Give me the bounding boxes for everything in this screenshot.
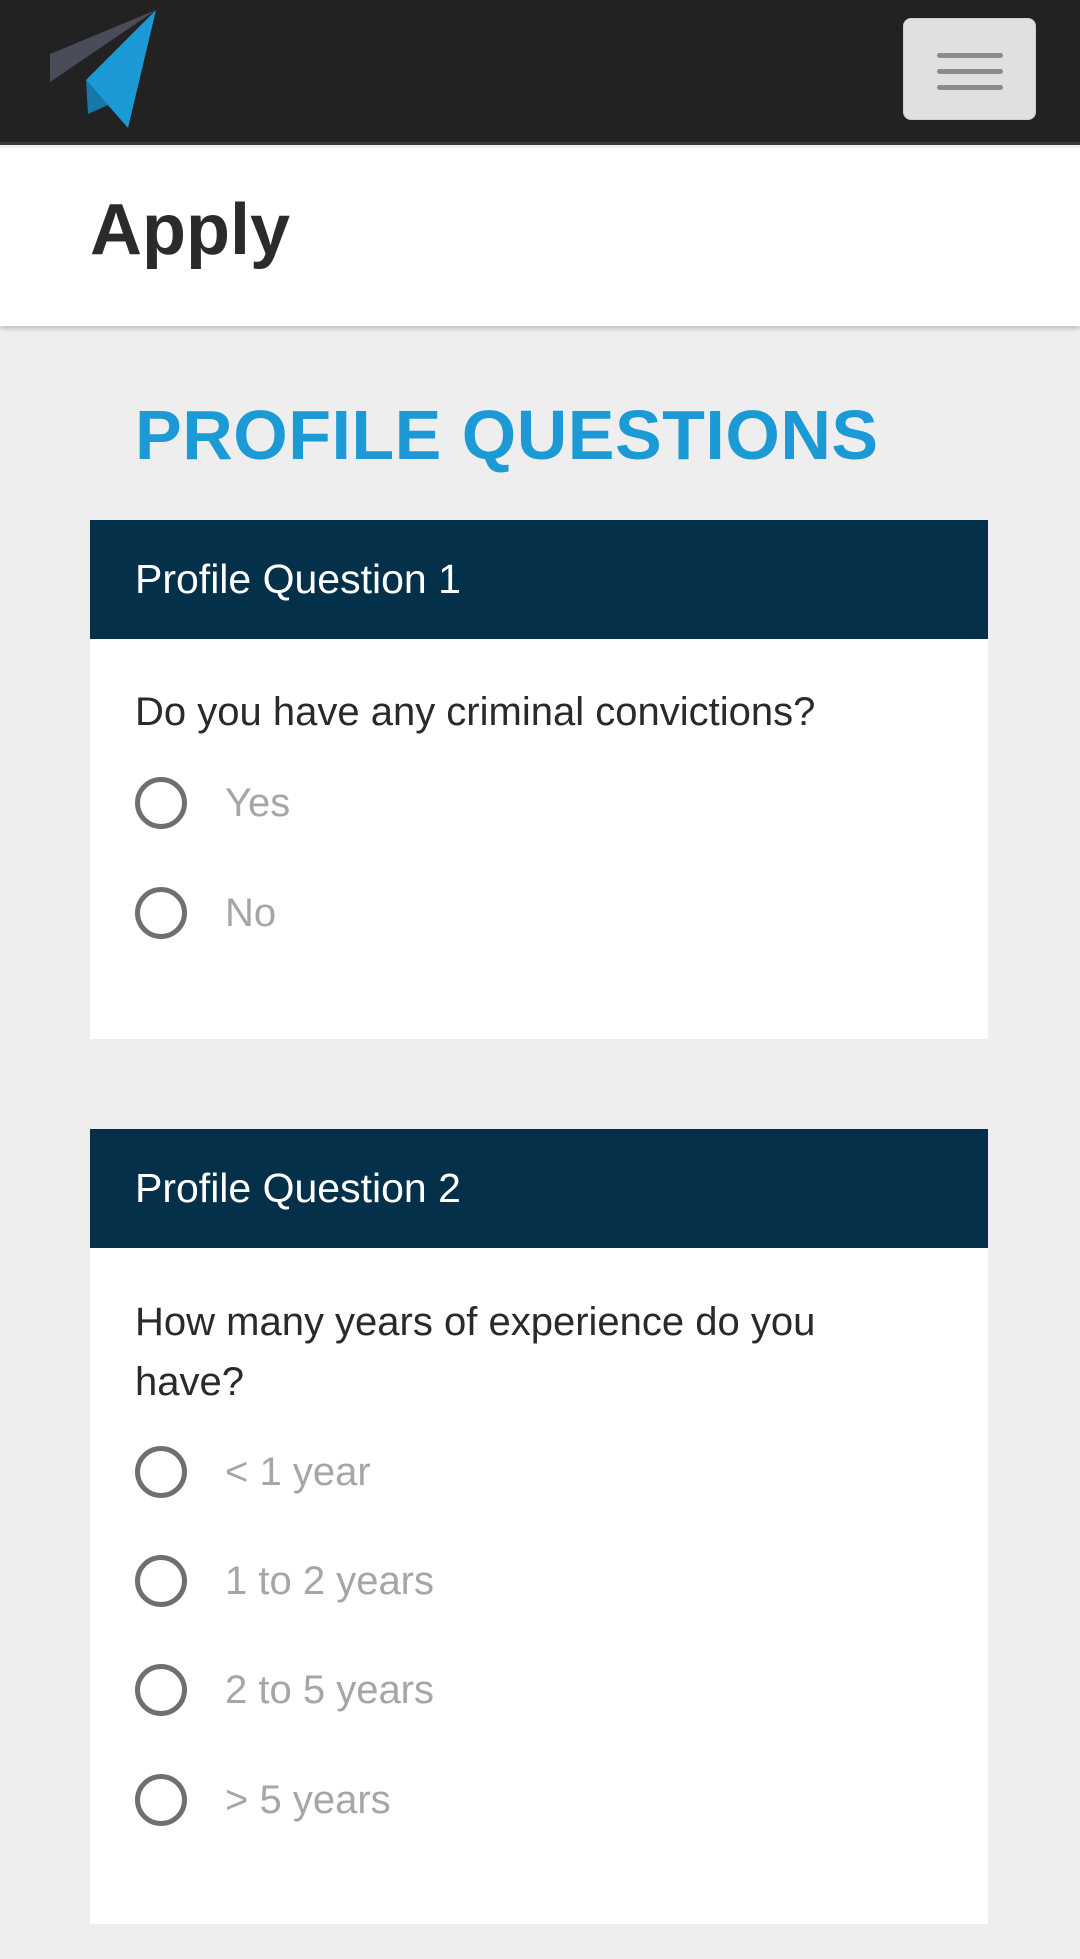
radio-button[interactable] <box>135 887 187 939</box>
question-text: How many years of experience do you have… <box>135 1300 816 1404</box>
paper-plane-icon[interactable] <box>48 10 162 130</box>
radio-button[interactable] <box>135 1774 187 1826</box>
hamburger-icon-bar <box>937 69 1003 74</box>
hamburger-icon <box>937 53 1003 58</box>
radio-option-label: 1 to 2 years <box>225 1558 435 1603</box>
radio-button[interactable] <box>135 1446 187 1498</box>
radio-option-1-to-2-years[interactable]: 1 to 2 years <box>135 1551 434 1611</box>
radio-button[interactable] <box>135 777 187 829</box>
question-text: Do you have any criminal convictions? <box>135 690 816 734</box>
card-header: Profile Question 2 <box>90 1129 988 1248</box>
hamburger-icon-bar <box>937 85 1003 90</box>
page-title-bar: Apply <box>0 148 1080 326</box>
page-title: Apply <box>90 190 291 270</box>
section-heading: PROFILE QUESTIONS <box>135 396 879 474</box>
question-card-2: Profile Question 2 How many years of exp… <box>90 1129 988 1924</box>
radio-option-label: 2 to 5 years <box>225 1667 435 1712</box>
menu-toggle-button[interactable] <box>903 18 1036 120</box>
question-card-1: Profile Question 1 Do you have any crimi… <box>90 520 988 1039</box>
radio-button[interactable] <box>135 1555 187 1607</box>
top-navbar <box>0 0 1080 145</box>
radio-option-label: No <box>225 890 277 935</box>
radio-option-2-to-5-years[interactable]: 2 to 5 years <box>135 1660 434 1720</box>
radio-button[interactable] <box>135 1664 187 1716</box>
radio-option-more-than-5-years[interactable]: > 5 years <box>135 1770 391 1830</box>
radio-option-less-than-1-year[interactable]: < 1 year <box>135 1442 371 1502</box>
radio-option-yes[interactable]: Yes <box>135 773 290 833</box>
card-header: Profile Question 1 <box>90 520 988 639</box>
radio-option-no[interactable]: No <box>135 883 276 943</box>
radio-option-label: > 5 years <box>225 1777 391 1822</box>
radio-option-label: Yes <box>225 780 291 825</box>
radio-option-label: < 1 year <box>225 1449 371 1494</box>
